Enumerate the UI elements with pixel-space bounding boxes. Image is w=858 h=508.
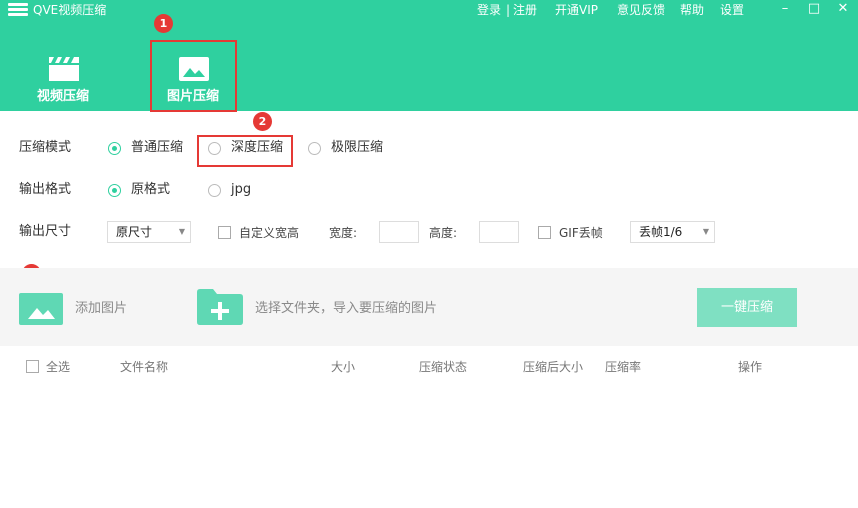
radio-deep-compress[interactable] (208, 142, 221, 155)
folder-hint-text[interactable]: 选择文件夹，导入要压缩的图片 (255, 300, 437, 318)
column-header-ratio: 压缩率 (605, 360, 642, 374)
image-icon (28, 308, 55, 319)
radio-normal-compress[interactable] (108, 142, 121, 155)
size-select-value: 原尺寸 (116, 225, 153, 239)
extreme-compress-label[interactable]: 极限压缩 (331, 139, 383, 157)
select-all-label: 全选 (46, 360, 71, 374)
original-format-label[interactable]: 原格式 (131, 181, 170, 199)
header-bar: QVE视频压缩 登录 | 注册 开通VIP 意见反馈 帮助 设置 – □ ✕ 视… (0, 0, 858, 111)
login-link[interactable]: 登录 (477, 2, 501, 18)
one-click-compress-button[interactable]: 一键压缩 (697, 288, 797, 327)
normal-compress-label[interactable]: 普通压缩 (131, 139, 183, 157)
add-image-button[interactable] (19, 293, 63, 325)
jpg-format-label[interactable]: jpg (231, 181, 251, 199)
size-select[interactable]: 原尺寸 ▼ (107, 221, 191, 243)
output-size-label: 输出尺寸 (19, 224, 72, 239)
column-header-actions: 操作 (738, 360, 763, 374)
maximize-button[interactable]: □ (804, 0, 824, 18)
register-link[interactable]: 注册 (513, 2, 537, 18)
radio-extreme-compress[interactable] (308, 142, 321, 155)
settings-link[interactable]: 设置 (720, 2, 744, 18)
close-button[interactable]: ✕ (833, 0, 853, 18)
height-input[interactable] (479, 221, 519, 243)
column-header-status: 压缩状态 (419, 360, 468, 374)
radio-jpg-format[interactable] (208, 184, 221, 197)
link-separator: | (506, 3, 511, 17)
gif-frame-select-value: 丢帧1/6 (639, 225, 683, 239)
height-label: 高度: (429, 226, 458, 240)
custom-size-label: 自定义宽高 (239, 226, 300, 240)
step-badge-1: 1 (154, 14, 173, 33)
tab-video-label: 视频压缩 (36, 89, 89, 104)
width-input[interactable] (379, 221, 419, 243)
tab-video-compress[interactable]: 视频压缩 (18, 46, 108, 110)
step-badge-2: 2 (253, 112, 272, 131)
column-header-size: 大小 (331, 360, 356, 374)
feedback-link[interactable]: 意见反馈 (617, 2, 665, 18)
output-format-label: 输出格式 (19, 182, 72, 197)
clapperboard-icon (49, 57, 79, 81)
chevron-down-icon: ▼ (178, 227, 185, 236)
app-title: QVE视频压缩 (33, 3, 107, 17)
column-header-filename: 文件名称 (120, 360, 169, 374)
vip-link[interactable]: 开通VIP (555, 2, 598, 18)
add-image-label[interactable]: 添加图片 (75, 300, 127, 318)
app-logo-icon (8, 3, 28, 18)
deep-compress-label[interactable]: 深度压缩 (231, 139, 283, 157)
select-all-checkbox[interactable] (26, 360, 39, 373)
gif-drop-frame-checkbox[interactable] (538, 226, 551, 239)
highlight-box-image-tab (150, 40, 237, 112)
minimize-button[interactable]: – (775, 0, 795, 18)
width-label: 宽度: (329, 226, 358, 240)
folder-add-icon[interactable] (197, 289, 243, 325)
custom-size-checkbox[interactable] (218, 226, 231, 239)
chevron-down-icon: ▼ (702, 227, 709, 236)
gif-frame-select[interactable]: 丢帧1/6 ▼ (630, 221, 715, 243)
column-header-compressed-size: 压缩后大小 (523, 360, 584, 374)
help-link[interactable]: 帮助 (680, 2, 704, 18)
radio-original-format[interactable] (108, 184, 121, 197)
gif-drop-frame-label: GIF丢帧 (559, 226, 603, 240)
compress-mode-label: 压缩模式 (19, 140, 72, 155)
